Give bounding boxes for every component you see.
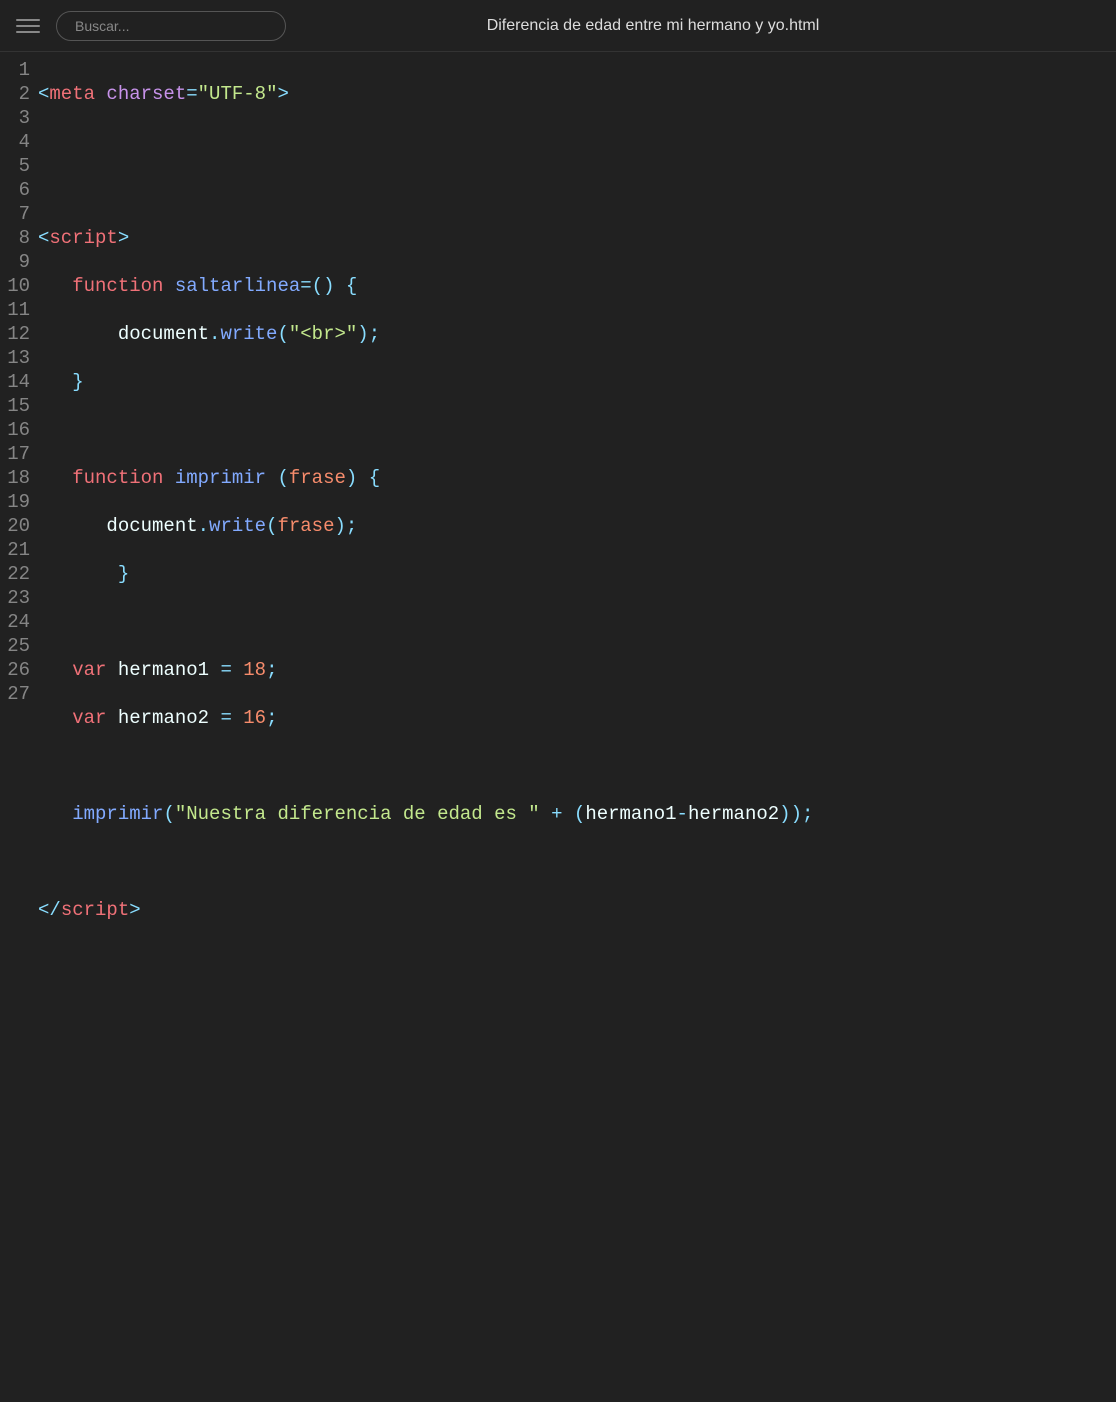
line-number: 17 (0, 442, 30, 466)
code-line: } (38, 562, 1116, 586)
line-number: 6 (0, 178, 30, 202)
line-number: 3 (0, 106, 30, 130)
code-line (38, 1090, 1116, 1114)
line-number: 12 (0, 322, 30, 346)
line-number: 26 (0, 658, 30, 682)
line-number: 22 (0, 562, 30, 586)
line-number: 10 (0, 274, 30, 298)
code-line (38, 418, 1116, 442)
code-line: document.write("<br>"); (38, 322, 1116, 346)
code-line: <script> (38, 226, 1116, 250)
line-number: 7 (0, 202, 30, 226)
code-line: } (38, 370, 1116, 394)
code-line (38, 1234, 1116, 1258)
line-number: 27 (0, 682, 30, 706)
line-number: 20 (0, 514, 30, 538)
line-number: 8 (0, 226, 30, 250)
code-line (38, 1042, 1116, 1066)
line-number: 16 (0, 418, 30, 442)
search-input[interactable] (56, 11, 286, 41)
line-number: 13 (0, 346, 30, 370)
code-line (38, 178, 1116, 202)
line-number: 19 (0, 490, 30, 514)
line-number: 14 (0, 370, 30, 394)
code-line (38, 610, 1116, 634)
line-number-gutter: 1 2 3 4 5 6 7 8 9 10 11 12 13 14 15 16 1… (0, 58, 38, 720)
code-line: <meta charset="UTF-8"> (38, 82, 1116, 106)
code-line (38, 1138, 1116, 1162)
code-line (38, 1282, 1116, 1306)
code-line (38, 994, 1116, 1018)
code-line (38, 754, 1116, 778)
code-content[interactable]: <meta charset="UTF-8"> <script> function… (38, 58, 1116, 720)
code-line: var hermano2 = 16; (38, 706, 1116, 730)
code-line: function saltarlinea=() { (38, 274, 1116, 298)
code-line (38, 1186, 1116, 1210)
hamburger-menu-icon[interactable] (16, 14, 40, 38)
code-line (38, 130, 1116, 154)
code-line: document.write(frase); (38, 514, 1116, 538)
file-title: Diferencia de edad entre mi hermano y yo… (286, 17, 1100, 35)
line-number: 2 (0, 82, 30, 106)
code-line (38, 946, 1116, 970)
code-line: function imprimir (frase) { (38, 466, 1116, 490)
code-line (38, 1330, 1116, 1354)
line-number: 21 (0, 538, 30, 562)
line-number: 24 (0, 610, 30, 634)
line-number: 9 (0, 250, 30, 274)
line-number: 23 (0, 586, 30, 610)
line-number: 5 (0, 154, 30, 178)
header-bar: Diferencia de edad entre mi hermano y yo… (0, 0, 1116, 52)
line-number: 18 (0, 466, 30, 490)
line-number: 25 (0, 634, 30, 658)
line-number: 1 (0, 58, 30, 82)
code-line: imprimir("Nuestra diferencia de edad es … (38, 802, 1116, 826)
line-number: 4 (0, 130, 30, 154)
line-number: 15 (0, 394, 30, 418)
code-editor[interactable]: 1 2 3 4 5 6 7 8 9 10 11 12 13 14 15 16 1… (0, 52, 1116, 720)
code-line (38, 850, 1116, 874)
line-number: 11 (0, 298, 30, 322)
code-line: var hermano1 = 18; (38, 658, 1116, 682)
code-line: </script> (38, 898, 1116, 922)
